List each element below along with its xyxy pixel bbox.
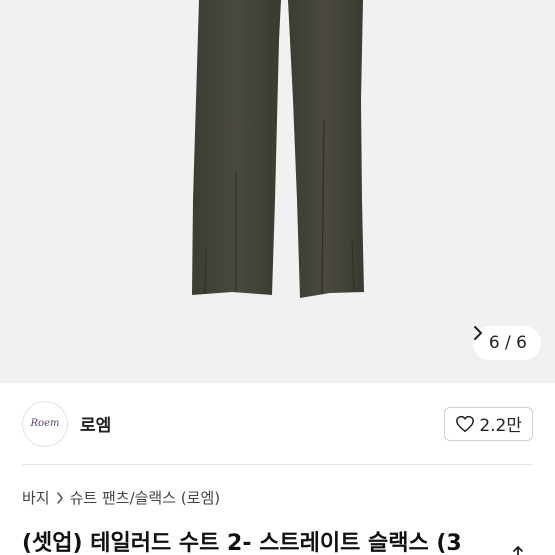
heart-icon [456, 415, 475, 432]
image-counter[interactable]: 6 / 6 [472, 326, 541, 360]
product-title: (셋업) 테일러드 수트 2- 스트레이트 슬랙스 (3 [22, 531, 462, 555]
chevron-right-icon [473, 326, 482, 340]
shop-info: Roem 로엠 2.2만 [0, 383, 555, 464]
shop-logo-text: Roem [30, 418, 60, 429]
section-divider [22, 464, 533, 465]
product-image-gallery[interactable]: 6 / 6 [0, 0, 555, 383]
like-button[interactable]: 2.2만 [444, 406, 533, 441]
breadcrumb-item[interactable]: 바지 [22, 487, 50, 508]
breadcrumb-item[interactable]: 슈트 팬츠/슬랙스 (로엠) [70, 487, 221, 508]
chevron-right-icon [56, 491, 63, 504]
share-icon[interactable] [508, 545, 528, 555]
breadcrumb: 바지 슈트 팬츠/슬랙스 (로엠) [22, 487, 220, 508]
shop-logo[interactable]: Roem [22, 400, 68, 447]
shop-name[interactable]: 로엠 [80, 411, 111, 436]
like-count: 2.2만 [479, 416, 522, 436]
product-image [192, 0, 364, 298]
image-counter-text: 6 / 6 [488, 333, 527, 353]
